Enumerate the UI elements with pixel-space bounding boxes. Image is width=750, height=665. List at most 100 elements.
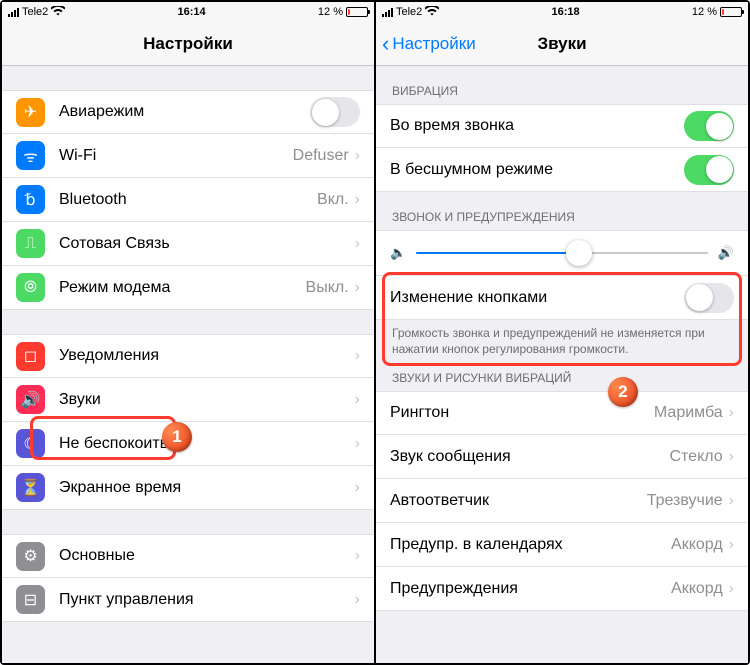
row-value: Аккорд — [671, 580, 723, 598]
chevron-right-icon: › — [355, 279, 360, 297]
signal-icon — [382, 8, 393, 17]
page-title: Настройки — [143, 34, 233, 54]
back-button[interactable]: ‹ Настройки — [382, 33, 476, 55]
row-label: Автоответчик — [390, 492, 647, 510]
airplane-icon: ✈ — [16, 98, 45, 127]
chevron-right-icon: › — [729, 492, 734, 510]
sounds-icon: 🔊 — [16, 385, 45, 414]
row-label: Звуки — [59, 391, 355, 409]
chevron-right-icon: › — [355, 591, 360, 609]
chevron-right-icon: › — [355, 547, 360, 565]
row-label: Рингтон — [390, 404, 654, 422]
carrier-label: Tele2 — [22, 6, 48, 18]
toggle-change-with-buttons[interactable] — [684, 283, 734, 313]
row-label: Пункт управления — [59, 591, 355, 609]
cellular-icon: ⎍ — [16, 229, 45, 258]
battery-icon — [720, 7, 742, 17]
settings-row-screentime[interactable]: ⏳ Экранное время› — [2, 466, 374, 510]
row-label: Авиарежим — [59, 103, 310, 121]
row-value: Трезвучие — [647, 492, 723, 510]
chevron-right-icon: › — [355, 235, 360, 253]
row-label: Сотовая Связь — [59, 235, 355, 253]
chevron-right-icon: › — [355, 347, 360, 365]
row-label: Уведомления — [59, 347, 355, 365]
row-label: Предупр. в календарях — [390, 536, 671, 554]
chevron-right-icon: › — [355, 435, 360, 453]
row-vibrate-on-ring[interactable]: Во время звонка — [376, 104, 748, 148]
page-title: Звуки — [537, 34, 586, 54]
settings-row-hotspot[interactable]: ⦾ Режим модемаВыкл. › — [2, 266, 374, 310]
toggle-vibrate-on-ring[interactable] — [684, 111, 734, 141]
settings-list[interactable]: ✈АвиарежимᯤWi-FiDefuser›␢BluetoothВкл.›⎍… — [2, 66, 374, 663]
row-label: Основные — [59, 547, 355, 565]
chevron-right-icon: › — [355, 479, 360, 497]
sound-row[interactable]: АвтоответчикТрезвучие › — [376, 479, 748, 523]
chevron-right-icon: › — [729, 536, 734, 554]
row-label: Экранное время — [59, 479, 355, 497]
chevron-left-icon: ‹ — [382, 33, 389, 55]
row-value: Вкл. — [317, 191, 349, 209]
row-vibrate-on-silent[interactable]: В бесшумном режиме — [376, 148, 748, 192]
sounds-settings-screen: Tele2 16:18 12 % ‹ Настройки Звуки ВИБРА… — [374, 2, 748, 663]
status-bar: Tele2 16:18 12 % — [376, 2, 748, 22]
wifi-icon: ᯤ — [16, 141, 45, 170]
settings-row-general[interactable]: ⚙ Основные› — [2, 534, 374, 578]
toggle-vibrate-on-silent[interactable] — [684, 155, 734, 185]
settings-row-bluetooth[interactable]: ␢BluetoothВкл.› — [2, 178, 374, 222]
battery-pct: 12 % — [692, 6, 717, 18]
row-value: Маримба — [654, 404, 723, 422]
sound-row[interactable]: Звук сообщенияСтекло› — [376, 435, 748, 479]
row-label: Не беспокоить — [59, 435, 355, 453]
row-value: Аккорд — [671, 536, 723, 554]
settings-row-cellular[interactable]: ⎍ Сотовая Связь› — [2, 222, 374, 266]
clock: 16:14 — [178, 6, 206, 18]
ringer-footer: Громкость звонка и предупреждений не изм… — [376, 320, 748, 361]
nav-bar: ‹ Настройки Звуки — [376, 22, 748, 66]
general-icon: ⚙ — [16, 542, 45, 571]
nav-bar: Настройки — [2, 22, 374, 66]
settings-row-airplane[interactable]: ✈ Авиарежим — [2, 90, 374, 134]
row-label: Bluetooth — [59, 191, 317, 209]
settings-root-screen: Tele2 16:14 12 % Настройки ✈ Авиарежим ᯤ Wi… — [2, 2, 374, 663]
row-change-with-buttons[interactable]: Изменение кнопками — [376, 276, 748, 320]
section-vibration: ВИБРАЦИЯ — [376, 66, 748, 104]
chevron-right-icon: › — [729, 404, 734, 422]
sound-row[interactable]: ПредупрежденияАккорд› — [376, 567, 748, 611]
section-ringer: ЗВОНОК И ПРЕДУПРЕЖДЕНИЯ — [376, 192, 748, 230]
row-value: Defuser — [293, 147, 349, 165]
row-label: Режим модема — [59, 279, 306, 297]
screentime-icon: ⏳ — [16, 473, 45, 502]
status-bar: Tele2 16:14 12 % — [2, 2, 374, 22]
toggle[interactable] — [310, 97, 360, 127]
row-ringer-volume[interactable]: 🔈 🔊 — [376, 230, 748, 276]
settings-row-sounds[interactable]: 🔊 Звуки› — [2, 378, 374, 422]
row-label: Wi-Fi — [59, 147, 293, 165]
settings-row-wifi[interactable]: ᯤ Wi-FiDefuser › — [2, 134, 374, 178]
settings-row-dnd[interactable]: ☾Не беспокоить› — [2, 422, 374, 466]
settings-row-controlcenter[interactable]: ⊟Пункт управления› — [2, 578, 374, 622]
chevron-right-icon: › — [355, 147, 360, 165]
chevron-right-icon: › — [355, 391, 360, 409]
signal-icon — [8, 8, 19, 17]
settings-row-notifications[interactable]: ◻ Уведомления› — [2, 334, 374, 378]
hotspot-icon: ⦾ — [16, 273, 45, 302]
volume-slider[interactable] — [416, 252, 708, 254]
wifi-status-icon — [425, 6, 439, 19]
wifi-status-icon — [51, 6, 65, 19]
row-value: Выкл. — [306, 279, 349, 297]
volume-high-icon: 🔊 — [718, 245, 734, 261]
volume-low-icon: 🔈 — [390, 245, 406, 261]
clock: 16:18 — [552, 6, 580, 18]
sound-row[interactable]: РингтонМаримба › — [376, 391, 748, 435]
section-sound-patterns: ЗВУКИ И РИСУНКИ ВИБРАЦИЙ — [376, 361, 748, 391]
bluetooth-icon: ␢ — [16, 185, 45, 214]
notifications-icon: ◻ — [16, 342, 45, 371]
chevron-right-icon: › — [729, 580, 734, 598]
sounds-list[interactable]: ВИБРАЦИЯ Во время звонка В бесшумном реж… — [376, 66, 748, 663]
row-value: Стекло — [669, 448, 722, 466]
battery-pct: 12 % — [318, 6, 343, 18]
row-label: Звук сообщения — [390, 448, 669, 466]
sound-row[interactable]: Предупр. в календаряхАккорд › — [376, 523, 748, 567]
back-label: Настройки — [392, 34, 475, 54]
carrier-label: Tele2 — [396, 6, 422, 18]
